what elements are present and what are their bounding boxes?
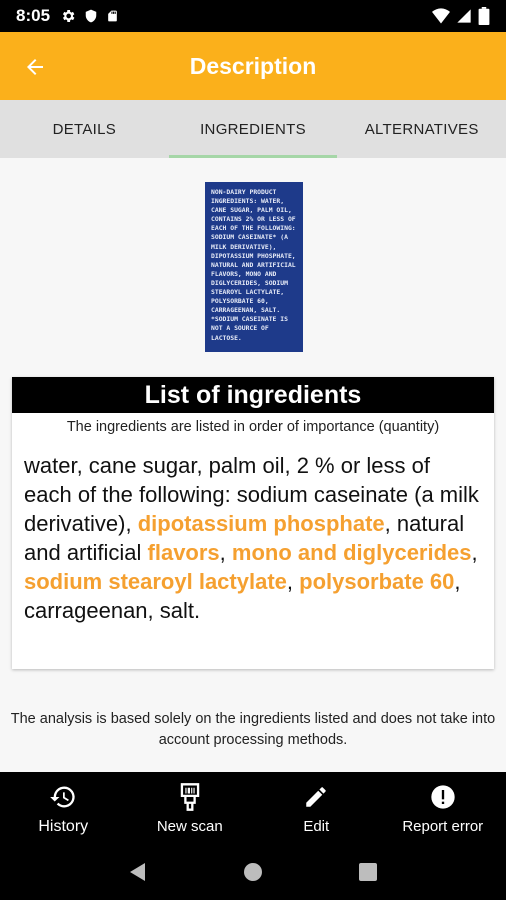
product-label-text: NON-DAIRY PRODUCT INGREDIENTS: WATER, CA… (211, 188, 296, 342)
triangle-back-icon (129, 863, 145, 881)
system-back-button[interactable] (123, 857, 153, 887)
ingredient-additive[interactable]: flavors (148, 540, 220, 565)
status-bar: 8:05 (0, 0, 506, 32)
settings-gear-icon (62, 10, 75, 22)
pencil-icon (301, 782, 331, 812)
battery-icon (478, 7, 490, 25)
ingredient-additive[interactable]: sodium stearoyl lactylate (24, 569, 287, 594)
ingredients-card-subtitle: The ingredients are listed in order of i… (66, 419, 440, 435)
tab-details[interactable]: DETAILS (0, 100, 169, 158)
ingredient-segment: , (471, 540, 478, 565)
ingredients-card: List of ingredients The ingredients are … (12, 377, 494, 669)
status-right-icons (432, 7, 490, 25)
ingredients-card-title: List of ingredients (12, 377, 494, 413)
arrow-back-icon (27, 59, 43, 75)
ingredients-list: water, cane sugar, palm oil, 2 % or less… (12, 451, 494, 625)
analysis-disclaimer: The analysis is based solely on the ingr… (10, 711, 496, 748)
error-icon (428, 782, 458, 812)
product-ingredients-label-image: NON-DAIRY PRODUCT INGREDIENTS: WATER, CA… (205, 182, 303, 352)
ingredient-additive[interactable]: mono and diglycerides (232, 540, 472, 565)
back-button[interactable] (20, 52, 50, 82)
system-nav-bar (0, 844, 506, 900)
ingredient-additive[interactable]: dipotassium phosphate (138, 511, 385, 536)
nav-report-error-button[interactable]: Report error (380, 772, 506, 844)
nav-new-scan-button[interactable]: New scan (127, 772, 254, 844)
nav-edit-button[interactable]: Edit (253, 772, 380, 844)
shield-icon (85, 9, 97, 23)
wifi-icon (432, 8, 450, 24)
system-home-button[interactable] (238, 857, 268, 887)
ingredient-additive[interactable]: polysorbate 60 (299, 569, 454, 594)
ingredient-segment: , (286, 569, 300, 594)
barcode-scanner-icon (175, 782, 205, 812)
nav-history-label: History (38, 818, 89, 835)
nav-edit-label: Edit (303, 818, 330, 835)
circle-home-icon (243, 863, 262, 881)
nav-new-scan-label: New scan (156, 818, 223, 835)
ingredient-segment: , (219, 540, 232, 565)
history-icon (48, 782, 78, 812)
content-area: NON-DAIRY PRODUCT INGREDIENTS: WATER, CA… (0, 158, 506, 772)
status-time: 8:05 (16, 6, 51, 25)
cell-signal-icon (457, 9, 471, 23)
nav-report-error-label: Report error (402, 818, 484, 835)
system-recents-button[interactable] (353, 857, 383, 887)
bottom-nav: History New scan Edit Report error (0, 772, 506, 844)
tab-ingredients[interactable]: INGREDIENTS (168, 100, 338, 158)
sd-card-icon (108, 10, 117, 22)
status-left-icons (60, 8, 119, 24)
page-title: Description (189, 52, 317, 79)
app-bar: Description (0, 32, 506, 100)
square-recents-icon (359, 863, 378, 881)
tab-alternatives[interactable]: ALTERNATIVES (337, 100, 506, 158)
nav-history-button[interactable]: History (0, 772, 127, 844)
tab-bar: DETAILS INGREDIENTS ALTERNATIVES (0, 100, 506, 158)
